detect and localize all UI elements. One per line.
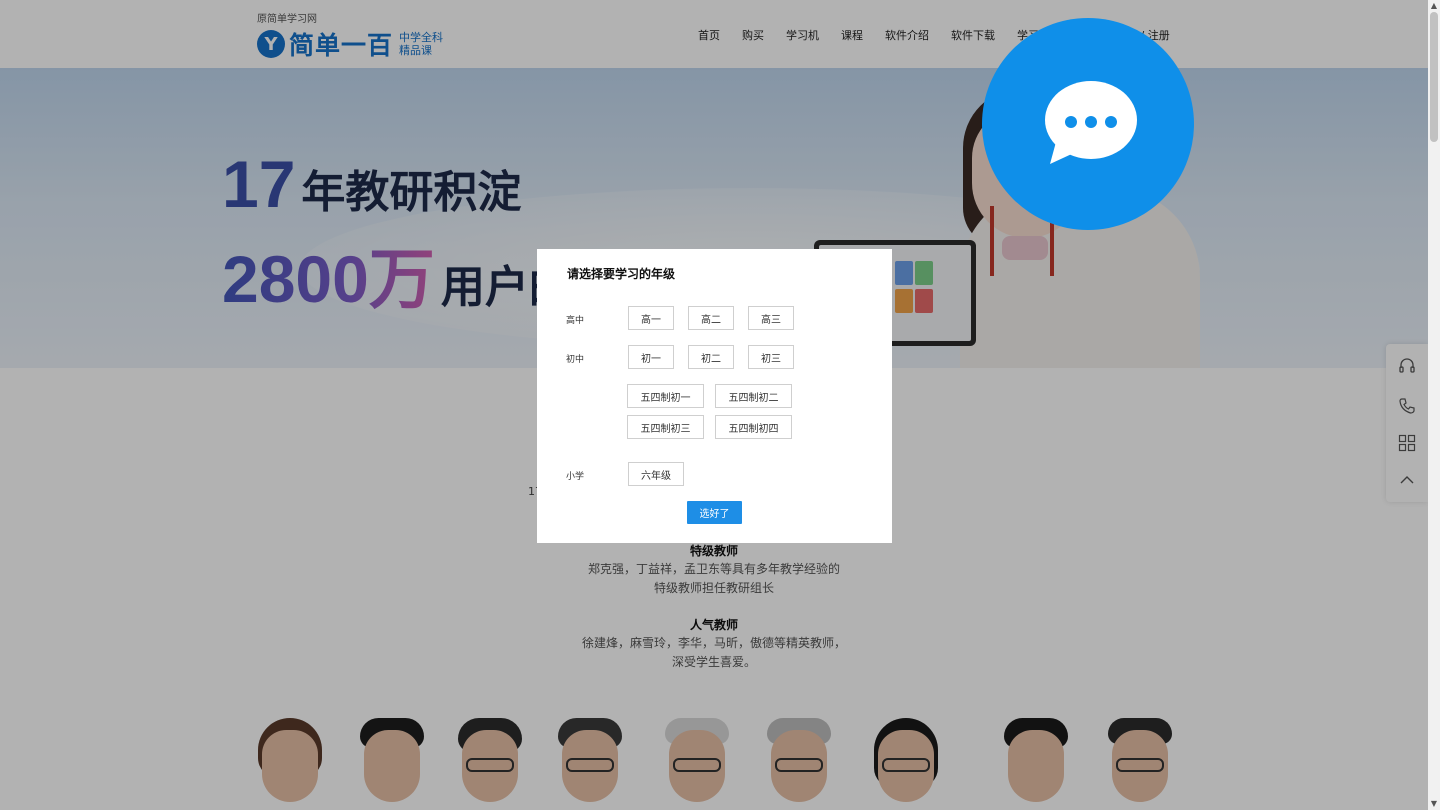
chat-floating-button[interactable] bbox=[982, 18, 1194, 230]
grade-button-54-g2[interactable]: 五四制初二 bbox=[715, 384, 792, 408]
scroll-thumb[interactable] bbox=[1430, 12, 1438, 142]
grade-button-g10[interactable]: 高一 bbox=[628, 306, 674, 330]
grade-button-g9[interactable]: 初三 bbox=[748, 345, 794, 369]
confirm-button[interactable]: 选好了 bbox=[687, 501, 742, 524]
grade-button-g12[interactable]: 高三 bbox=[748, 306, 794, 330]
grade-button-g11[interactable]: 高二 bbox=[688, 306, 734, 330]
grade-button-54-g3[interactable]: 五四制初三 bbox=[627, 415, 704, 439]
grade-button-g8[interactable]: 初二 bbox=[688, 345, 734, 369]
scroll-down-icon[interactable]: ▼ bbox=[1430, 800, 1438, 808]
grade-button-54-g1[interactable]: 五四制初一 bbox=[627, 384, 704, 408]
chat-bubble-icon bbox=[1044, 80, 1138, 166]
grade-select-modal: 请选择要学习的年级 高中 高一 高二 高三 初中 初一 初二 初三 五四制初一 … bbox=[537, 249, 892, 543]
modal-title: 请选择要学习的年级 bbox=[567, 267, 676, 281]
scroll-up-icon[interactable]: ▲ bbox=[1430, 2, 1438, 10]
grade-button-g6[interactable]: 六年级 bbox=[628, 462, 684, 486]
grade-button-g7[interactable]: 初一 bbox=[628, 345, 674, 369]
grade-button-54-g4[interactable]: 五四制初四 bbox=[715, 415, 792, 439]
page-scrollbar[interactable]: ▲ ▼ bbox=[1428, 0, 1440, 810]
primary-label: 小学 bbox=[566, 472, 585, 482]
junior-high-label: 初中 bbox=[566, 355, 585, 365]
high-school-label: 高中 bbox=[566, 316, 585, 326]
